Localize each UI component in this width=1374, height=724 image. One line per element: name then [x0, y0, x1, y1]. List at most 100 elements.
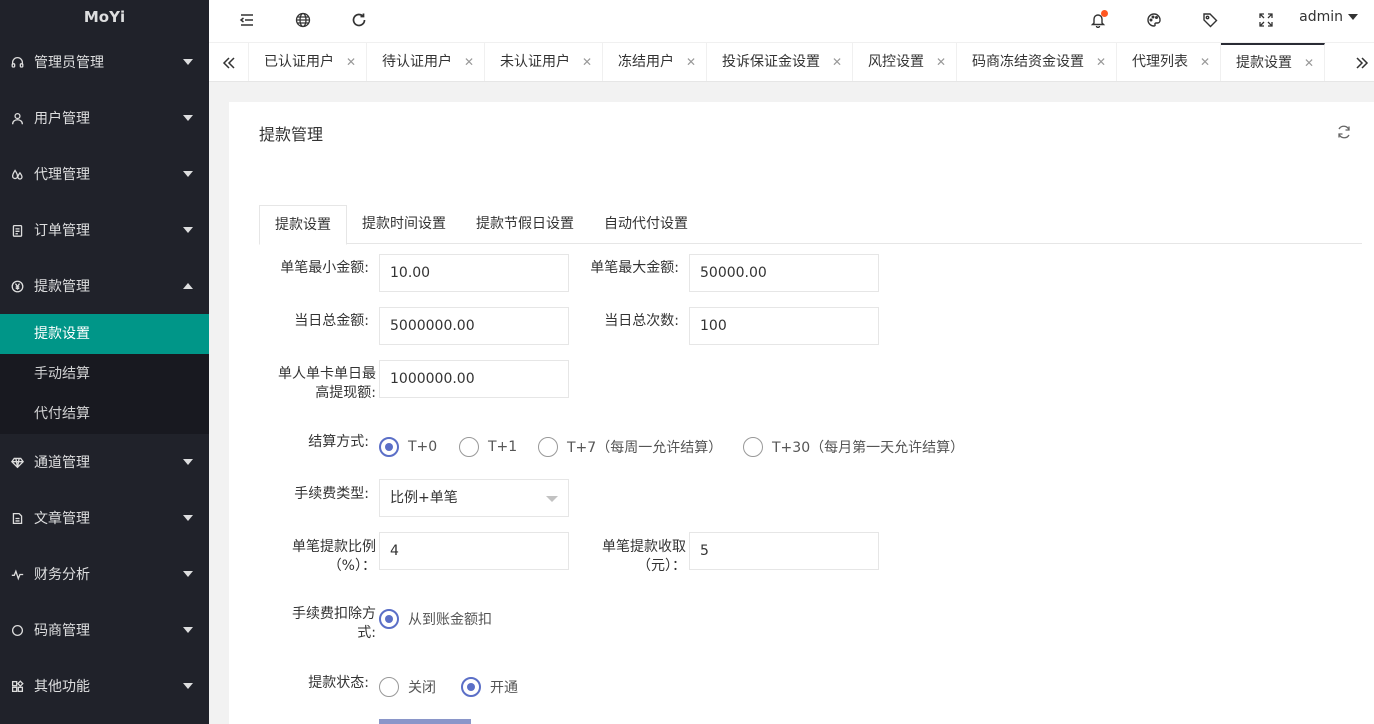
tab-withdraw-setting[interactable]: 提款设置	[259, 205, 347, 245]
sidebar-item-label: 通道管理	[34, 455, 90, 471]
tab-label: 冻结用户	[618, 54, 674, 70]
menu-collapse-icon[interactable]	[235, 8, 259, 32]
globe-icon[interactable]	[291, 8, 315, 32]
sidebar-item-label: 码商管理	[34, 623, 90, 639]
close-icon[interactable]: ✕	[582, 43, 592, 81]
close-icon[interactable]: ✕	[832, 43, 842, 81]
fee-type-select[interactable]: 比例+单笔	[379, 479, 569, 517]
tab-withdraw-holidays[interactable]: 提款节假日设置	[461, 205, 589, 244]
sidebar-item-label: 代理管理	[34, 167, 90, 183]
page-tabs: 已认证用户 ✕ 待认证用户 ✕ 未认证用户 ✕ 冻结用户 ✕ 投诉保证金设置 ✕ 风控设置…	[249, 43, 1325, 81]
min-amount-label: 单笔最小金额:	[280, 260, 369, 276]
close-icon[interactable]: ✕	[1304, 45, 1314, 81]
status-radio-on[interactable]: 开通	[461, 676, 518, 698]
sidebar-item-merchants[interactable]: 码商管理	[0, 602, 209, 658]
tab-risk-control[interactable]: 风控设置 ✕	[853, 43, 957, 81]
settle-radio-t1[interactable]: T+1	[459, 436, 517, 458]
tab-label: 已认证用户	[264, 54, 334, 70]
deduct-radio-from-amount[interactable]: 从到账金额扣	[379, 608, 492, 630]
tab-withdraw-settings[interactable]: 提款设置 ✕	[1221, 43, 1325, 81]
tag-icon[interactable]	[1198, 8, 1222, 32]
fee-fixed-label-line2: （元）：	[637, 558, 686, 574]
max-amount-input[interactable]: 50000.00	[689, 254, 879, 292]
daily-count-input[interactable]: 100	[689, 307, 879, 345]
tab-agent-list[interactable]: 代理列表 ✕	[1117, 43, 1221, 81]
sidebar: MoYi 管理员管理 用户管理 代理管理 订单管理 提款管理 提款设置 手动结算…	[0, 0, 209, 724]
sidebar-item-articles[interactable]: 文章管理	[0, 490, 209, 546]
chevron-down-icon	[183, 459, 193, 465]
tab-verified-users[interactable]: 已认证用户 ✕	[249, 43, 367, 81]
close-icon[interactable]: ✕	[686, 43, 696, 81]
sidebar-item-label: 管理员管理	[34, 55, 104, 71]
fullscreen-icon[interactable]	[1254, 8, 1278, 32]
radio-circle	[379, 437, 399, 457]
tab-withdraw-time[interactable]: 提款时间设置	[347, 205, 461, 244]
radio-label: T+7（每周一允许结算）	[567, 440, 723, 456]
settle-radio-t0[interactable]: T+0	[379, 436, 437, 458]
max-amount-label: 单笔最大金额:	[590, 260, 679, 276]
min-amount-input[interactable]: 10.00	[379, 254, 569, 292]
daily-count-label: 当日总次数:	[604, 313, 679, 329]
diamond-icon	[10, 455, 24, 469]
username-label: admin	[1299, 9, 1343, 25]
fee-ratio-input[interactable]: 4	[379, 532, 569, 570]
submenu-item-manual-settle[interactable]: 手动结算	[0, 354, 209, 394]
notification-bell-icon[interactable]	[1086, 8, 1110, 32]
user-menu[interactable]: admin	[1299, 0, 1358, 34]
close-icon[interactable]: ✕	[1096, 43, 1106, 81]
chevron-down-icon	[183, 515, 193, 521]
settle-radio-t30[interactable]: T+30（每月第一天允许结算）	[743, 436, 964, 458]
sidebar-item-withdraw[interactable]: 提款管理	[0, 258, 209, 314]
sidebar-item-orders[interactable]: 订单管理	[0, 202, 209, 258]
sidebar-item-channels[interactable]: 通道管理	[0, 434, 209, 490]
chevron-down-icon	[183, 59, 193, 65]
drops-icon	[10, 167, 24, 181]
tab-frozen-users[interactable]: 冻结用户 ✕	[603, 43, 707, 81]
tab-auto-payout[interactable]: 自动代付设置	[589, 205, 703, 244]
radio-label: T+30（每月第一天允许结算）	[772, 440, 965, 456]
sidebar-item-finance[interactable]: 财务分析	[0, 546, 209, 602]
tab-label: 投诉保证金设置	[722, 54, 820, 70]
fee-ratio-label: 单笔提款比例 （%）：	[259, 538, 376, 576]
radio-circle	[459, 437, 479, 457]
tabs-scroll-right-icon[interactable]	[1350, 43, 1374, 81]
tab-complaint-deposit[interactable]: 投诉保证金设置 ✕	[707, 43, 853, 81]
sidebar-item-label: 其他功能	[34, 679, 90, 695]
radio-circle	[461, 677, 481, 697]
sidebar-item-admin[interactable]: 管理员管理	[0, 34, 209, 90]
tab-unverified-users[interactable]: 未认证用户 ✕	[485, 43, 603, 81]
sidebar-item-users[interactable]: 用户管理	[0, 90, 209, 146]
tabs-scroll-left-icon[interactable]	[209, 43, 249, 81]
theme-palette-icon[interactable]	[1142, 8, 1166, 32]
fee-ratio-label-line2: （%）：	[327, 558, 376, 574]
chevron-down-icon	[183, 627, 193, 633]
card-limit-label: 单人单卡单日最 高提现额:	[259, 365, 376, 403]
refresh-icon[interactable]	[347, 8, 371, 32]
sidebar-item-label: 财务分析	[34, 567, 90, 583]
close-icon[interactable]: ✕	[346, 43, 356, 81]
tab-pending-users[interactable]: 待认证用户 ✕	[367, 43, 485, 81]
submenu-item-payout-settle[interactable]: 代付结算	[0, 394, 209, 434]
settle-radio-t7[interactable]: T+7（每周一允许结算）	[538, 436, 722, 458]
close-icon[interactable]: ✕	[936, 43, 946, 81]
fee-fixed-input[interactable]: 5	[689, 532, 879, 570]
close-icon[interactable]: ✕	[1200, 43, 1210, 81]
sidebar-item-agents[interactable]: 代理管理	[0, 146, 209, 202]
sidebar-item-other[interactable]: 其他功能	[0, 658, 209, 714]
submit-button[interactable]	[379, 719, 471, 724]
status-radio-off[interactable]: 关闭	[379, 676, 436, 698]
refresh-icon[interactable]	[1336, 124, 1352, 140]
page-tabs-bar: 已认证用户 ✕ 待认证用户 ✕ 未认证用户 ✕ 冻结用户 ✕ 投诉保证金设置 ✕ 风控设置…	[209, 42, 1374, 82]
daily-total-label: 当日总金额:	[294, 313, 369, 329]
chevron-down-icon	[183, 227, 193, 233]
fee-fixed-label: 单笔提款收取 （元）：	[569, 538, 686, 576]
card-limit-input[interactable]: 1000000.00	[379, 360, 569, 398]
sidebar-item-label: 用户管理	[34, 111, 90, 127]
daily-total-input[interactable]: 5000000.00	[379, 307, 569, 345]
tab-merchant-frozen-funds[interactable]: 码商冻结资金设置 ✕	[957, 43, 1117, 81]
close-icon[interactable]: ✕	[464, 43, 474, 81]
radio-circle	[379, 677, 399, 697]
submenu-item-withdraw-settings[interactable]: 提款设置	[0, 314, 209, 354]
fee-fixed-label-line1: 单笔提款收取	[602, 539, 686, 555]
sidebar-item-label: 文章管理	[34, 511, 90, 527]
